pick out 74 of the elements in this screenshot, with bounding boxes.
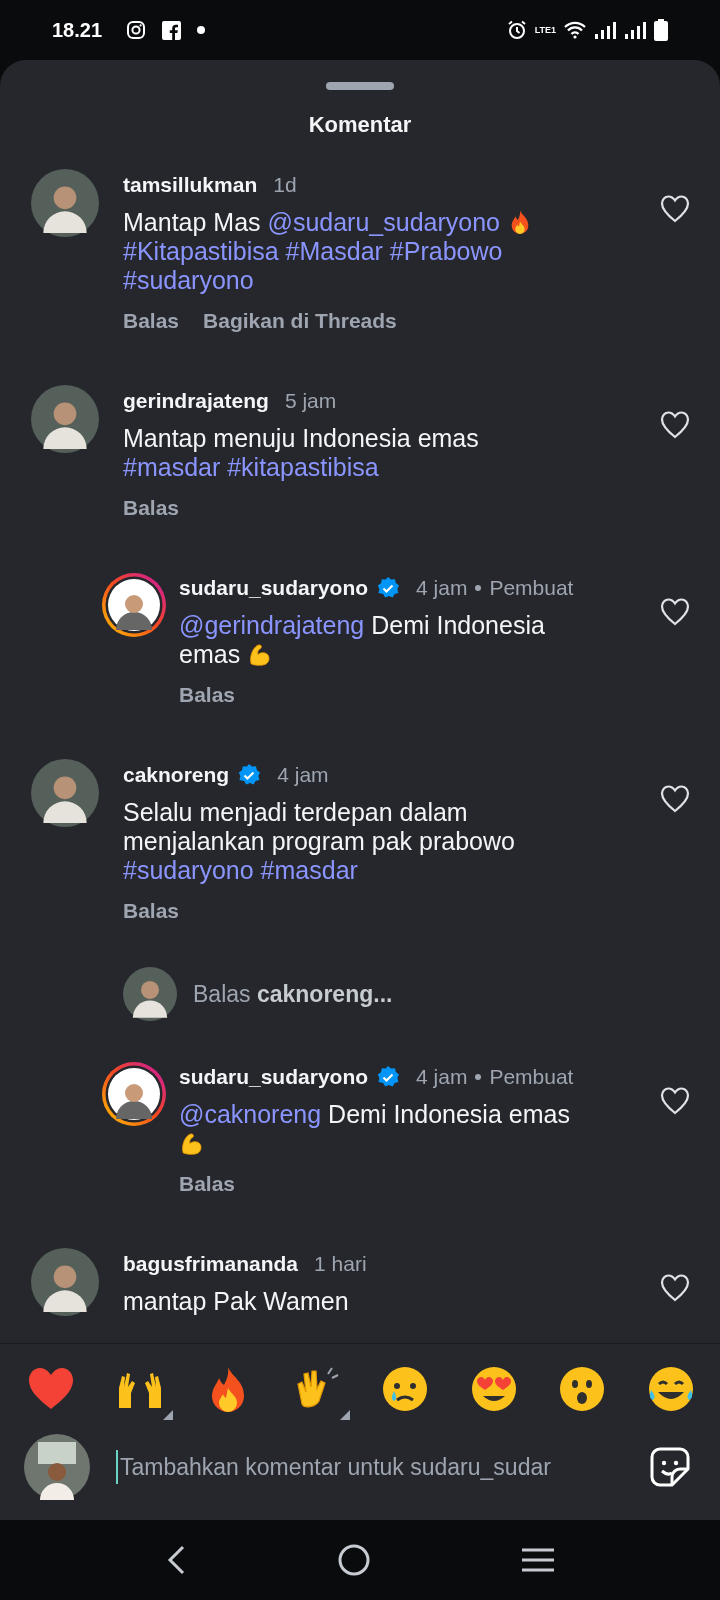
battery-icon [654, 19, 668, 41]
sheet-title: Komentar [307, 110, 413, 139]
like-heart-icon[interactable] [660, 194, 690, 223]
menu-icon[interactable] [522, 1547, 554, 1573]
like-heart-icon[interactable] [660, 1086, 690, 1115]
comment-input[interactable]: Tambahkan komentar untuk sudaru_sudar [116, 1449, 650, 1485]
comment-text: mantap Pak Wamen [123, 1287, 350, 1317]
avatar[interactable] [101, 1060, 167, 1127]
avatar[interactable] [101, 571, 167, 638]
comment-time: 1 hari [314, 1250, 367, 1277]
comment-text: Mantap Mas @sudaru_sudaryono #Kitapastibisa #Masdar #Prabowo #sudaryono [123, 208, 573, 296]
reply-link[interactable]: Balas [179, 1168, 236, 1200]
like-heart-icon[interactable] [660, 410, 690, 439]
home-icon[interactable] [338, 1544, 370, 1576]
like-heart-icon[interactable] [660, 1273, 690, 1302]
reply-link[interactable]: Balas [123, 895, 180, 927]
separator-dot-icon [475, 584, 482, 591]
username[interactable]: gerindrajateng [123, 384, 269, 417]
variant-corner-icon[interactable] [339, 1410, 350, 1420]
hashtag-link[interactable]: #masdar [123, 453, 221, 482]
back-icon[interactable] [166, 1545, 186, 1575]
reply-link[interactable]: Balas [123, 305, 180, 337]
username[interactable]: tamsillukman [123, 168, 258, 201]
hashtag-link[interactable]: #kitapastibisa [227, 453, 379, 482]
avatar [24, 1434, 90, 1500]
like-heart-icon[interactable] [660, 784, 690, 813]
clock-time: 18.21 [52, 18, 103, 43]
signal-icon [594, 21, 616, 39]
comment-text: Selalu menjadi terdepan dalam menjalankan program pak prabowo #sudaryono #masdar [123, 798, 516, 886]
network-label: LTE1 [534, 25, 556, 35]
comment-time: 5 jam [284, 387, 337, 414]
comment-text: @caknoreng Demi Indonesia emas [179, 1100, 577, 1159]
hashtag-link[interactable]: #Prabowo [389, 237, 503, 266]
avatar[interactable] [31, 1247, 99, 1316]
comment-time: 4 jam [277, 761, 329, 788]
share-link[interactable]: Bagikan di Threads [203, 305, 397, 337]
drag-handle[interactable] [326, 82, 394, 90]
avatar[interactable] [31, 384, 99, 453]
creator-label: Pembuat [489, 1063, 574, 1090]
avatar[interactable] [31, 758, 99, 827]
comment-time: 4 jam [416, 1063, 468, 1090]
mention-link[interactable]: @gerindrajateng [179, 611, 365, 640]
instagram-icon [126, 20, 147, 40]
comment-text: @gerindrajateng Demi Indonesia emas [179, 611, 546, 670]
sticker-icon[interactable] [650, 1447, 690, 1487]
avatar[interactable] [31, 168, 99, 237]
mention-link[interactable]: @sudaru_sudaryono [267, 208, 500, 237]
reply-link[interactable]: Balas [179, 679, 236, 711]
hashtag-link[interactable]: #Masdar [285, 237, 383, 266]
hashtag-link[interactable]: #sudaryono [123, 266, 254, 295]
comment-time: 1d [273, 171, 297, 198]
separator-dot-icon [475, 1073, 482, 1080]
hashtag-link[interactable]: #sudaryono [123, 856, 254, 885]
flexed-arm-icon [179, 1130, 205, 1157]
username[interactable]: sudaru_sudaryono [179, 1060, 369, 1093]
variant-corner-icon[interactable] [162, 1410, 173, 1420]
signal-icon [624, 21, 646, 39]
comment-time: 4 jam [416, 574, 468, 601]
reply-prompt[interactable]: Balas caknoreng... [193, 976, 393, 1012]
username[interactable]: caknoreng [123, 758, 230, 791]
like-heart-icon[interactable] [660, 597, 690, 626]
comment-text: Mantap menuju Indonesia emas #masdar #kitapastibisa [123, 424, 480, 483]
alarm-icon [506, 20, 527, 40]
hashtag-link[interactable]: #Kitapastibisa [123, 237, 279, 266]
notification-dot-icon [197, 26, 206, 34]
facebook-icon [162, 20, 182, 40]
avatar[interactable] [123, 966, 177, 1021]
wifi-icon [564, 21, 586, 39]
creator-label: Pembuat [489, 574, 574, 601]
username[interactable]: bagusfrimananda [123, 1247, 299, 1280]
hashtag-link[interactable]: #masdar [260, 856, 358, 885]
username[interactable]: sudaru_sudaryono [179, 571, 369, 604]
reply-link[interactable]: Balas [123, 492, 180, 524]
mention-link[interactable]: @caknoreng [179, 1100, 322, 1129]
